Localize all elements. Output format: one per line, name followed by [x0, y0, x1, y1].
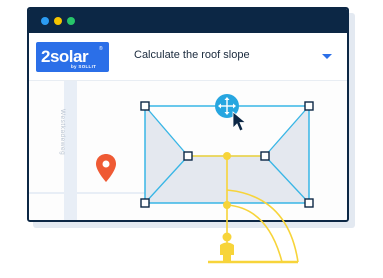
mouse-pointer-icon	[232, 111, 247, 132]
corner-handle-top-left[interactable]	[140, 101, 150, 111]
ridge-handle-right[interactable]	[260, 151, 270, 161]
corner-handle-bottom-left[interactable]	[140, 198, 150, 208]
ridge-handle-left[interactable]	[183, 151, 193, 161]
corner-handle-top-right[interactable]	[304, 101, 314, 111]
editor-overlay	[96, 94, 314, 264]
person-icon	[220, 232, 234, 261]
corner-handle-bottom-right[interactable]	[304, 198, 314, 208]
map-pin-icon[interactable]	[96, 154, 116, 182]
